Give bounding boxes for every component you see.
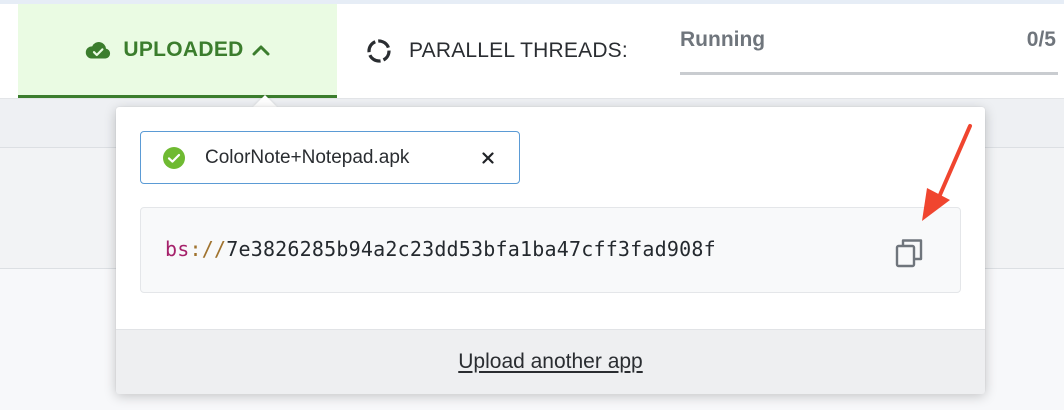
app-url-id: 7e3826285b94a2c23dd53bfa1ba47cff3fad908f — [226, 237, 716, 261]
parallel-threads: PARALLEL THREADS: — [366, 4, 628, 98]
spinner-icon — [367, 39, 391, 63]
upload-another-app-link[interactable]: Upload another app — [458, 350, 642, 374]
close-glyph — [482, 152, 494, 164]
threads-progress-bar — [680, 72, 1058, 75]
uploaded-tab[interactable]: UPLOADED — [18, 4, 337, 98]
app-url-scheme: bs — [165, 237, 190, 261]
close-icon[interactable] — [477, 147, 499, 169]
threads-status-label: Running — [680, 28, 766, 51]
file-name: ColorNote+Notepad.apk — [205, 146, 410, 168]
threads-count: 0/5 — [1026, 28, 1056, 51]
threads-status: Running 0/5 — [680, 24, 1058, 75]
app-url[interactable]: bs://7e3826285b94a2c23dd53bfa1ba47cff3fa… — [165, 237, 716, 261]
parallel-threads-label: PARALLEL THREADS: — [409, 39, 628, 62]
popover-caret — [253, 95, 277, 107]
uploaded-file-chip: ColorNote+Notepad.apk — [140, 131, 520, 184]
copy-icon[interactable] — [894, 236, 926, 270]
app-url-box: bs://7e3826285b94a2c23dd53bfa1ba47cff3fa… — [140, 207, 961, 293]
popover-footer: Upload another app — [116, 329, 985, 394]
chevron-up-icon — [252, 45, 270, 55]
check-circle-icon — [163, 146, 185, 169]
cloud-check-icon — [86, 41, 111, 58]
app-url-separator: :// — [189, 237, 227, 261]
upload-popover: ColorNote+Notepad.apk bs://7e3826285b94a… — [116, 107, 985, 394]
uploaded-label: UPLOADED — [123, 37, 244, 61]
